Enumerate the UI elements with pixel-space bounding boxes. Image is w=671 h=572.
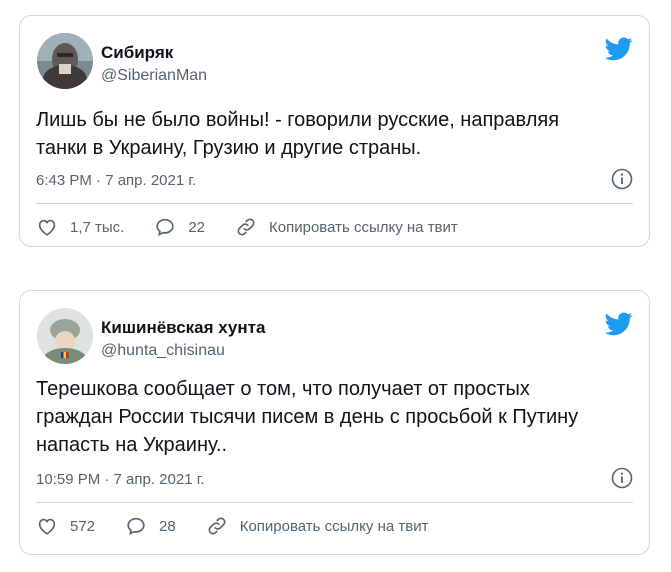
divider [36,502,633,503]
like-button[interactable]: 1,7 тыс. [36,216,124,238]
reply-button[interactable]: 28 [125,515,176,537]
like-count: 1,7 тыс. [70,218,125,236]
copy-link-label: Копировать ссылку на твит [239,517,429,535]
info-icon[interactable] [611,168,633,190]
author-handle[interactable]: @SiberianMan [101,67,207,85]
author-name[interactable]: Сибиряк [101,43,173,63]
reply-icon [156,218,174,237]
tweet-text: Терешкова сообщает о том, что получает о… [36,375,633,459]
tweet-actions: 1,7 тыс. 22 Копировать ссылку на твит [36,214,633,240]
twitter-bird-icon[interactable] [605,37,633,61]
like-count: 572 [70,517,96,535]
tweet-text-line: Терешкова сообщает о том, что получает о… [36,378,530,400]
like-button[interactable]: 572 [36,515,95,537]
tweet-text-line: Лишь бы не было войны! - говорили русски… [36,109,560,131]
reply-count: 22 [188,218,206,236]
avatar[interactable] [37,308,93,364]
copy-link-button[interactable]: Копировать ссылку на твит [206,515,429,537]
author-handle[interactable]: @hunta_chisinau [101,342,225,360]
link-icon [237,218,255,236]
heart-icon [38,219,56,236]
reply-count: 28 [159,517,176,535]
copy-link-button[interactable]: Копировать ссылку на твит [235,216,458,238]
link-icon [208,517,226,535]
timestamp[interactable]: 10:59 PM · 7 апр. 2021 г. [36,471,205,488]
avatar[interactable] [37,33,93,89]
info-icon[interactable] [611,467,633,489]
tweet-actions: 572 28 Копировать ссылку на твит [36,513,633,539]
tweet-text-line: танки в Украину, Грузию и другие страны. [36,137,422,159]
reply-button[interactable]: 22 [154,216,205,238]
twitter-bird-icon[interactable] [605,312,633,336]
reply-icon [127,517,145,536]
copy-link-label: Копировать ссылку на твит [269,218,458,236]
heart-icon [38,518,56,535]
tweet-text-line: напасть на Украину.. [36,434,228,456]
tweet-card[interactable]: Сибиряк @SiberianMan Лишь бы не было вой… [19,15,650,247]
tweet-card[interactable]: Кишинёвская хунта @hunta_chisinau Терешк… [19,290,650,555]
tweet-text: Лишь бы не было войны! - говорили русски… [36,106,633,162]
author-name[interactable]: Кишинёвская хунта [101,318,265,338]
divider [36,203,633,204]
timestamp[interactable]: 6:43 PM · 7 апр. 2021 г. [36,172,196,189]
tweet-text-line: граждан России тысячи писем в день с про… [36,406,579,428]
